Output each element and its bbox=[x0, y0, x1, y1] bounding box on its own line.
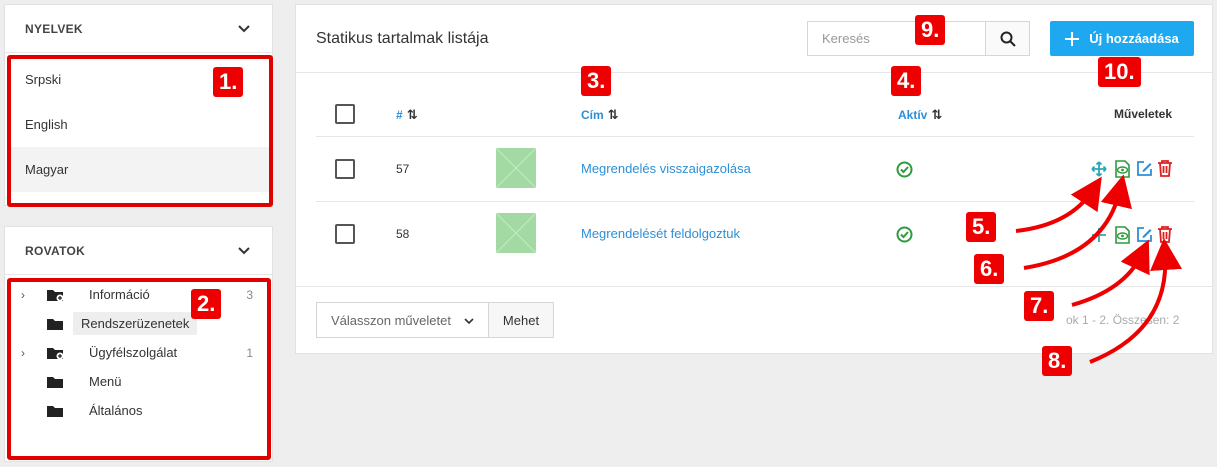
sort-icon: ⇅ bbox=[406, 107, 418, 122]
edit-icon[interactable] bbox=[1136, 226, 1154, 244]
tree-label: Általános bbox=[89, 403, 143, 418]
annotation-label-8: 8. bbox=[1042, 346, 1073, 376]
language-label: Srpski bbox=[25, 72, 62, 87]
search-icon bbox=[1000, 31, 1016, 47]
row-divider bbox=[316, 201, 1194, 202]
tree-label: Menü bbox=[89, 374, 122, 389]
tree-label: Információ bbox=[89, 287, 150, 302]
tree-item-menu[interactable]: Menü bbox=[7, 367, 269, 396]
tree-count: 1 bbox=[246, 345, 253, 360]
folder-plus-icon bbox=[47, 346, 65, 360]
column-label: Cím bbox=[581, 108, 604, 122]
row-id: 57 bbox=[396, 162, 410, 176]
section-tree: › Információ 3 Rendszerüzenetek › Ügyfél… bbox=[7, 280, 269, 425]
active-check-icon bbox=[896, 161, 914, 179]
bulk-action-select[interactable]: Válasszon műveletet bbox=[316, 302, 489, 338]
column-label: # bbox=[396, 108, 403, 122]
language-item-magyar[interactable]: Magyar bbox=[7, 147, 269, 192]
preview-icon[interactable] bbox=[1114, 226, 1132, 244]
sections-title: ROVATOK bbox=[25, 243, 86, 258]
tree-label: Rendszerüzenetek bbox=[73, 312, 198, 335]
tree-item-informacio[interactable]: › Információ 3 bbox=[7, 280, 269, 309]
chevron-down-icon bbox=[464, 318, 474, 324]
language-item-english[interactable]: English bbox=[7, 102, 269, 147]
language-label: English bbox=[25, 117, 68, 132]
chevron-right-icon[interactable]: › bbox=[21, 346, 35, 360]
go-button[interactable]: Mehet bbox=[488, 302, 554, 338]
tree-item-altalanos[interactable]: Általános bbox=[7, 396, 269, 425]
pagination-info: ok 1 - 2. Összesen: 2 bbox=[1066, 313, 1180, 327]
sections-header[interactable]: ROVATOK bbox=[5, 227, 272, 275]
add-new-button[interactable]: Új hozzáadása bbox=[1050, 21, 1194, 56]
column-header-active[interactable]: Aktív ⇅ bbox=[898, 107, 942, 123]
annotation-label-6: 6. bbox=[974, 254, 1005, 284]
table-footer-divider bbox=[296, 286, 1212, 287]
move-icon[interactable] bbox=[1091, 227, 1109, 245]
add-new-label: Új hozzáadása bbox=[1089, 31, 1179, 46]
annotation-label-2: 2. bbox=[191, 289, 222, 319]
move-icon[interactable] bbox=[1091, 161, 1109, 179]
sort-icon: ⇅ bbox=[607, 107, 619, 122]
sort-icon: ⇅ bbox=[931, 107, 943, 122]
languages-header[interactable]: NYELVEK bbox=[5, 5, 272, 53]
annotation-label-10: 10. bbox=[1098, 57, 1141, 87]
languages-title: NYELVEK bbox=[25, 21, 83, 36]
search-input[interactable]: Keresés bbox=[807, 21, 985, 56]
bulk-action-label: Válasszon műveletet bbox=[331, 312, 451, 328]
tree-label: Ügyfélszolgálat bbox=[89, 345, 178, 360]
folder-icon bbox=[47, 317, 65, 331]
table-header-divider bbox=[316, 136, 1194, 137]
folder-icon bbox=[47, 404, 65, 418]
active-check-icon bbox=[896, 226, 914, 244]
row-thumbnail bbox=[495, 147, 537, 189]
tree-count: 3 bbox=[246, 287, 253, 302]
column-header-id[interactable]: # ⇅ bbox=[396, 107, 418, 123]
annotation-label-3: 3. bbox=[581, 66, 612, 96]
search-button[interactable] bbox=[985, 21, 1030, 56]
row-checkbox[interactable] bbox=[335, 159, 355, 179]
chevron-right-icon[interactable]: › bbox=[21, 288, 35, 302]
annotation-label-9: 9. bbox=[915, 15, 946, 45]
column-header-actions: Műveletek bbox=[1114, 107, 1173, 121]
header-divider bbox=[296, 72, 1212, 73]
tree-item-rendszeruzenetek[interactable]: Rendszerüzenetek bbox=[7, 309, 269, 338]
annotation-label-1: 1. bbox=[213, 67, 244, 97]
chevron-down-icon[interactable] bbox=[236, 21, 252, 37]
delete-icon[interactable] bbox=[1157, 160, 1175, 178]
tree-item-ugyfelszolgalat[interactable]: › Ügyfélszolgálat 1 bbox=[7, 338, 269, 367]
row-title-link[interactable]: Megrendelés visszaigazolása bbox=[581, 161, 751, 176]
row-id: 58 bbox=[396, 227, 410, 241]
annotation-label-4: 4. bbox=[891, 66, 922, 96]
annotation-label-7: 7. bbox=[1024, 291, 1055, 321]
language-label: Magyar bbox=[25, 162, 69, 177]
folder-icon bbox=[47, 375, 65, 389]
preview-icon[interactable] bbox=[1114, 160, 1132, 178]
select-all-checkbox[interactable] bbox=[335, 104, 355, 124]
plus-icon bbox=[1065, 31, 1080, 46]
chevron-down-icon[interactable] bbox=[236, 243, 252, 259]
page-title: Statikus tartalmak listája bbox=[316, 30, 489, 47]
column-header-title[interactable]: Cím ⇅ bbox=[581, 107, 619, 123]
row-checkbox[interactable] bbox=[335, 224, 355, 244]
row-thumbnail bbox=[495, 212, 537, 254]
annotation-label-5: 5. bbox=[966, 212, 997, 242]
column-label: Aktív bbox=[898, 108, 928, 122]
edit-icon[interactable] bbox=[1136, 160, 1154, 178]
delete-icon[interactable] bbox=[1157, 226, 1175, 244]
row-title-link[interactable]: Megrendelését feldolgoztuk bbox=[581, 226, 740, 241]
folder-plus-icon bbox=[47, 288, 65, 302]
